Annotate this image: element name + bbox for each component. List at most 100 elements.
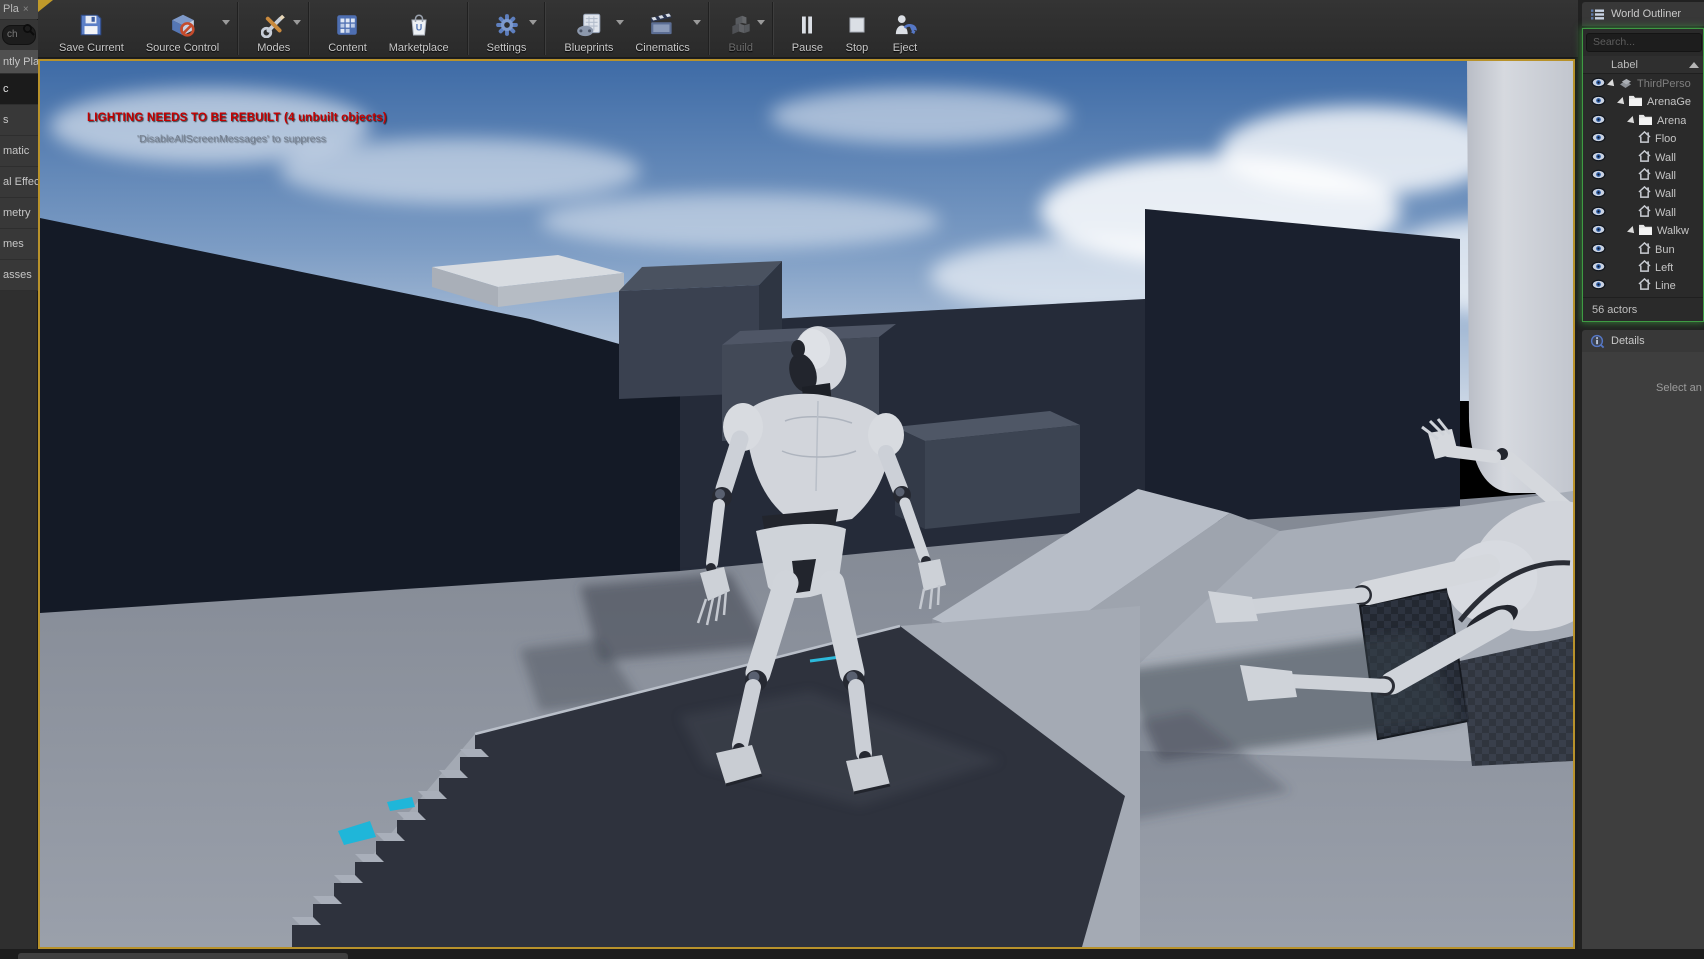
outliner-row-walkw[interactable]: Walkw — [1583, 222, 1703, 240]
visibility-eye-icon[interactable] — [1587, 277, 1606, 295]
outliner-row-wall[interactable]: Wall — [1583, 149, 1703, 167]
outliner-row-thirdperso[interactable]: ThirdPerso — [1583, 75, 1703, 93]
chevron-down-icon[interactable] — [693, 20, 701, 25]
build-icon — [728, 8, 754, 42]
visibility-eye-icon[interactable] — [1587, 149, 1606, 167]
world-icon — [1618, 75, 1633, 93]
visibility-eye-icon[interactable] — [1587, 130, 1606, 148]
toolbar-button-settings[interactable]: Settings — [476, 0, 538, 57]
outliner-row-wall[interactable]: Wall — [1583, 204, 1703, 222]
toolbar-separator — [467, 2, 469, 55]
toolbar-button-label: Modes — [257, 42, 290, 54]
toolbar-button-source-control[interactable]: Source Control — [135, 0, 230, 57]
place-category-item[interactable]: ntly Pla — [0, 50, 38, 74]
outliner-row-wall[interactable]: Wall — [1583, 167, 1703, 185]
outliner-row-line[interactable]: Line — [1583, 277, 1703, 295]
label-column-header[interactable]: Label — [1583, 56, 1703, 74]
suppress-hint-text: 'DisableAllScreenMessages' to suppress — [137, 133, 326, 145]
outliner-row-floo[interactable]: Floo — [1583, 130, 1703, 148]
outliner-row-bun[interactable]: Bun — [1583, 241, 1703, 259]
mid-cube — [895, 411, 1080, 529]
details-title: Details — [1611, 335, 1645, 347]
chevron-down-icon[interactable] — [616, 20, 624, 25]
place-actors-search[interactable]: ch — [0, 20, 38, 50]
toolbar-button-save-current[interactable]: Save Current — [48, 0, 135, 57]
visibility-eye-icon[interactable] — [1587, 222, 1606, 240]
info-icon — [1590, 334, 1605, 349]
visibility-eye-icon[interactable] — [1587, 185, 1606, 203]
place-actors-tab-label: Pla — [3, 3, 19, 15]
toolbar-group: Save Current Source Control — [48, 0, 230, 57]
expand-arrow-icon[interactable] — [1627, 116, 1637, 126]
visibility-eye-icon[interactable] — [1587, 241, 1606, 259]
chevron-down-icon[interactable] — [293, 20, 301, 25]
content-icon — [334, 8, 360, 42]
outliner-search-input[interactable]: Search... — [1586, 33, 1702, 52]
outliner-row-label: Bun — [1655, 244, 1675, 256]
chevron-down-icon[interactable] — [222, 20, 230, 25]
content-browser-tab-edge[interactable] — [18, 953, 348, 959]
toolbar-button-label: Save Current — [59, 42, 124, 54]
viewport-3d-scene[interactable]: LIGHTING NEEDS TO BE REBUILT (4 unbuilt … — [38, 59, 1575, 949]
visibility-eye-icon[interactable] — [1587, 259, 1606, 277]
toolbar-button-eject[interactable]: Eject — [880, 0, 930, 57]
house-icon — [1638, 149, 1651, 167]
details-tab[interactable]: Details — [1582, 330, 1704, 352]
toolbar-button-content[interactable]: Content — [317, 0, 378, 57]
house-icon — [1638, 130, 1651, 148]
toolbar-button-label: Content — [328, 42, 367, 54]
toolbar-button-label: Source Control — [146, 42, 219, 54]
close-icon[interactable]: × — [23, 4, 29, 15]
visibility-eye-icon[interactable] — [1587, 93, 1606, 111]
toolbar-group: Settings — [476, 0, 538, 57]
toolbar-group: Blueprints Cinematics — [553, 0, 700, 57]
toolbar-button-label: Cinematics — [635, 42, 689, 54]
toolbar-separator — [544, 2, 546, 55]
expand-arrow-icon[interactable] — [1607, 79, 1617, 89]
toolbar-button-marketplace[interactable]: UMarketplace — [378, 0, 460, 57]
stop-icon — [845, 8, 869, 42]
outliner-row-wall[interactable]: Wall — [1583, 185, 1703, 203]
visibility-eye-icon[interactable] — [1587, 167, 1606, 185]
toolbar-button-label: Blueprints — [564, 42, 613, 54]
house-icon — [1638, 241, 1651, 259]
chevron-down-icon[interactable] — [757, 20, 765, 25]
toolbar-button-label: Pause — [792, 42, 823, 54]
place-category-item[interactable]: mes — [0, 229, 38, 260]
place-category-item[interactable]: asses — [0, 260, 38, 291]
place-category-item[interactable]: metry — [0, 198, 38, 229]
place-actors-tab[interactable]: Pla × — [0, 0, 38, 19]
main-toolbar: Save Current Source Control Modes Content UM… — [38, 0, 1578, 58]
visibility-eye-icon[interactable] — [1587, 75, 1606, 93]
expand-arrow-icon[interactable] — [1627, 226, 1637, 236]
outliner-row-arena[interactable]: Arena — [1583, 112, 1703, 130]
toolbar-button-blueprints[interactable]: Blueprints — [553, 0, 624, 57]
visibility-eye-icon[interactable] — [1587, 112, 1606, 130]
toolbar-button-label: Marketplace — [389, 42, 449, 54]
world-outliner-tab[interactable]: World Outliner — [1582, 2, 1704, 26]
toolbar-button-stop[interactable]: Stop — [834, 0, 880, 57]
place-category-item[interactable]: matic — [0, 136, 38, 167]
toolbar-group: Pause StopEject — [781, 0, 930, 57]
cylinder-pillar — [1467, 61, 1573, 493]
toolbar-button-modes[interactable]: Modes — [246, 0, 301, 57]
chevron-down-icon[interactable] — [529, 20, 537, 25]
place-category-item[interactable]: s — [0, 105, 38, 136]
outliner-row-left[interactable]: Left — [1583, 259, 1703, 277]
house-icon — [1638, 259, 1651, 277]
level-scene — [40, 61, 1573, 947]
outliner-row-label: ArenaGe — [1647, 96, 1691, 108]
place-category-item[interactable]: c — [0, 74, 38, 105]
toolbar-button-pause[interactable]: Pause — [781, 0, 834, 57]
outliner-row-label: Wall — [1655, 170, 1676, 182]
expand-arrow-icon[interactable] — [1617, 97, 1627, 107]
outliner-row-arenage[interactable]: ArenaGe — [1583, 93, 1703, 111]
search-icon — [22, 23, 35, 36]
toolbar-button-cinematics[interactable]: Cinematics — [624, 0, 700, 57]
place-category-item[interactable]: al Effec — [0, 167, 38, 198]
outliner-row-label: Left — [1655, 262, 1673, 274]
outliner-row-label: Wall — [1655, 188, 1676, 200]
visibility-eye-icon[interactable] — [1587, 204, 1606, 222]
sort-ascending-icon[interactable] — [1689, 62, 1699, 68]
outliner-row-label: ThirdPerso — [1637, 78, 1691, 90]
